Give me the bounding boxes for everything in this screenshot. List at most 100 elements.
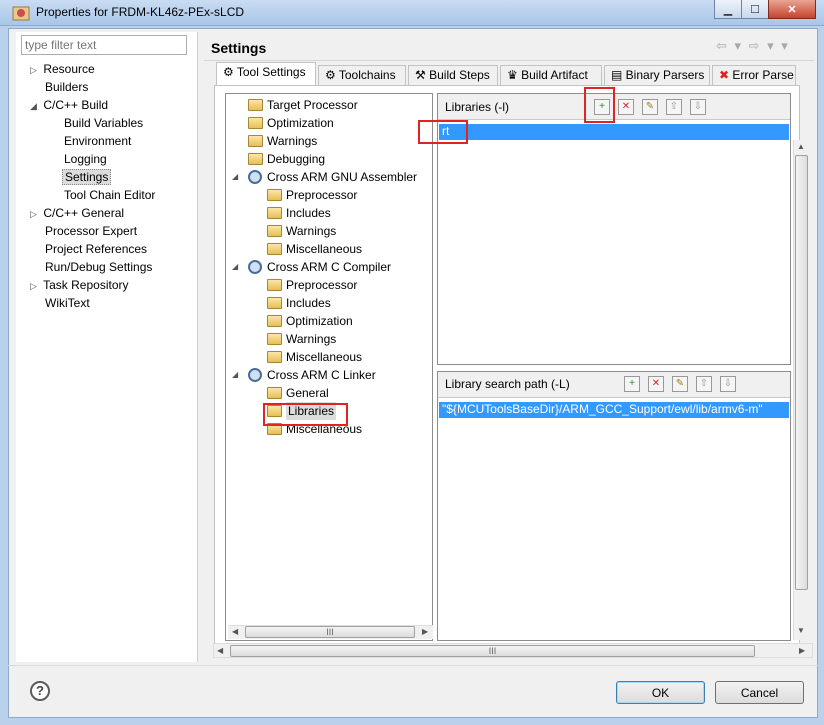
expand-icon[interactable]: ▷ xyxy=(30,62,40,78)
tree-item-cc-includes[interactable]: Includes xyxy=(232,294,417,312)
tab-toolchains[interactable]: ⚙ Toolchains xyxy=(318,65,406,85)
scroll-right-icon[interactable]: ▶ xyxy=(799,646,805,655)
history-nav[interactable]: ⇦ ▾ ⇨ ▾ ▾ xyxy=(716,38,790,54)
tree-item-cc-miscellaneous[interactable]: Miscellaneous xyxy=(232,348,417,366)
tree-item-asm-warnings[interactable]: Warnings xyxy=(232,222,417,240)
crown-icon: ♛ xyxy=(507,68,522,82)
expand-icon[interactable]: ▷ xyxy=(30,206,40,222)
tab-error-parsers[interactable]: ✖ Error Parse xyxy=(712,65,796,85)
tree-item-cc-preprocessor[interactable]: Preprocessor xyxy=(232,276,417,294)
close-button[interactable]: ✕ xyxy=(768,0,816,19)
tree-item-c-linker[interactable]: ◢ Cross ARM C Linker xyxy=(232,366,417,384)
move-up-icon[interactable]: ⇧ xyxy=(666,99,682,115)
sidebar-item-build-variables[interactable]: Build Variables xyxy=(30,115,155,133)
sidebar-item-cpp-build[interactable]: ◢ C/C++ Build xyxy=(30,97,155,115)
footer-divider xyxy=(8,665,818,666)
edit-icon[interactable]: ✎ xyxy=(642,99,658,115)
tree-item-debugging[interactable]: Debugging xyxy=(232,150,417,168)
delete-icon[interactable]: ✕ xyxy=(648,376,664,392)
filter-input[interactable] xyxy=(21,35,187,55)
collapse-icon[interactable]: ◢ xyxy=(232,258,248,276)
tree-item-warnings[interactable]: Warnings xyxy=(232,132,417,150)
expand-icon[interactable]: ▷ xyxy=(30,278,40,294)
list-item[interactable]: rt xyxy=(439,124,789,140)
list-item[interactable]: "${MCUToolsBaseDir}/ARM_GCC_Support/ewl/… xyxy=(439,402,789,418)
folder-gear-icon xyxy=(248,99,263,111)
folder-gear-icon xyxy=(248,135,263,147)
sidebar-item-project-references[interactable]: Project References xyxy=(30,241,155,259)
search-path-title: Library search path (-L) xyxy=(445,377,570,391)
highlight-box-libraries xyxy=(263,403,348,426)
tab-binary-parsers[interactable]: ▤ Binary Parsers xyxy=(604,65,710,85)
page-vertical-thumb[interactable] xyxy=(795,155,808,590)
scroll-left-icon[interactable]: ◀ xyxy=(232,627,238,636)
sidebar-item-task-repository[interactable]: ▷ Task Repository xyxy=(30,277,155,295)
page-horizontal-thumb[interactable]: III xyxy=(230,645,755,657)
tree-item-optimization[interactable]: Optimization xyxy=(232,114,417,132)
tree-item-c-compiler[interactable]: ◢ Cross ARM C Compiler xyxy=(232,258,417,276)
sidebar-item-cpp-general[interactable]: ▷ C/C++ General xyxy=(30,205,155,223)
gear-icon xyxy=(248,368,262,382)
collapse-icon[interactable]: ◢ xyxy=(232,366,248,384)
sidebar-item-resource[interactable]: ▷ Resource xyxy=(30,61,155,79)
sidebar-item-run-debug-settings[interactable]: Run/Debug Settings xyxy=(30,259,155,277)
tab-tool-settings[interactable]: ⚙ Tool Settings xyxy=(216,62,316,86)
sidebar-item-settings[interactable]: Settings xyxy=(30,169,155,187)
folder-gear-icon xyxy=(248,153,263,165)
gear-icon xyxy=(248,260,262,274)
tree-scroll-thumb[interactable]: III xyxy=(245,626,415,638)
title-bar: Properties for FRDM-KL46z-PEx-sLCD xyxy=(0,0,824,26)
folder-gear-icon xyxy=(248,117,263,129)
tree-item-asm-miscellaneous[interactable]: Miscellaneous xyxy=(232,240,417,258)
highlight-box-add xyxy=(584,87,615,123)
tree-item-cc-warnings[interactable]: Warnings xyxy=(232,330,417,348)
folder-gear-icon xyxy=(267,387,282,399)
edit-icon[interactable]: ✎ xyxy=(672,376,688,392)
move-down-icon[interactable]: ⇩ xyxy=(720,376,736,392)
cancel-button[interactable]: Cancel xyxy=(715,681,804,704)
folder-gear-icon xyxy=(267,351,282,363)
folder-gear-icon xyxy=(267,207,282,219)
collapse-icon[interactable]: ◢ xyxy=(30,98,40,114)
sidebar-item-tool-chain-editor[interactable]: Tool Chain Editor xyxy=(30,187,155,205)
add-icon[interactable]: + xyxy=(624,376,640,392)
search-path-toolbar: + ✕ ✎ ⇧ ⇩ xyxy=(624,376,736,392)
tree-item-target-processor[interactable]: Target Processor xyxy=(232,96,417,114)
folder-gear-icon xyxy=(267,297,282,309)
scroll-up-icon[interactable]: ▲ xyxy=(797,142,805,151)
scroll-left-icon[interactable]: ◀ xyxy=(217,646,223,655)
tree-item-assembler[interactable]: ◢ Cross ARM GNU Assembler xyxy=(232,168,417,186)
page-title: Settings xyxy=(211,40,267,56)
binary-icon: ▤ xyxy=(611,68,626,82)
tab-build-steps[interactable]: ⚒ Build Steps xyxy=(408,65,498,85)
scroll-down-icon[interactable]: ▼ xyxy=(797,626,805,635)
sidebar-item-processor-expert[interactable]: Processor Expert xyxy=(30,223,155,241)
sidebar-item-builders[interactable]: Builders xyxy=(30,79,155,97)
tree-item-ld-general[interactable]: General xyxy=(232,384,417,402)
sidebar-item-environment[interactable]: Environment xyxy=(30,133,155,151)
collapse-icon[interactable]: ◢ xyxy=(232,168,248,186)
tree-item-cc-optimization[interactable]: Optimization xyxy=(232,312,417,330)
highlight-box-rt xyxy=(418,120,468,144)
delete-icon[interactable]: ✕ xyxy=(618,99,634,115)
tree-item-asm-preprocessor[interactable]: Preprocessor xyxy=(232,186,417,204)
gear-icon: ⚙ xyxy=(223,65,237,79)
minimize-button[interactable]: ▁ xyxy=(714,0,742,19)
scroll-right-icon[interactable]: ▶ xyxy=(422,627,428,636)
move-up-icon[interactable]: ⇧ xyxy=(696,376,712,392)
window-title: Properties for FRDM-KL46z-PEx-sLCD xyxy=(36,5,245,19)
tool-tree-items: Target Processor Optimization Warnings D… xyxy=(232,96,417,438)
move-down-icon[interactable]: ⇩ xyxy=(690,99,706,115)
folder-gear-icon xyxy=(267,243,282,255)
help-icon[interactable]: ? xyxy=(30,681,50,701)
sidebar-item-logging[interactable]: Logging xyxy=(30,151,155,169)
app-icon xyxy=(12,6,30,21)
gear-icon: ⚙ xyxy=(325,68,339,82)
tab-build-artifact[interactable]: ♛ Build Artifact xyxy=(500,65,602,85)
maximize-button[interactable]: ☐ xyxy=(741,0,769,19)
tree-item-asm-includes[interactable]: Includes xyxy=(232,204,417,222)
ok-button[interactable]: OK xyxy=(616,681,705,704)
sidebar-nav: ▷ Resource Builders ◢ C/C++ Build Build … xyxy=(30,61,155,313)
error-icon: ✖ xyxy=(719,68,733,82)
sidebar-item-wikitext[interactable]: WikiText xyxy=(30,295,155,313)
